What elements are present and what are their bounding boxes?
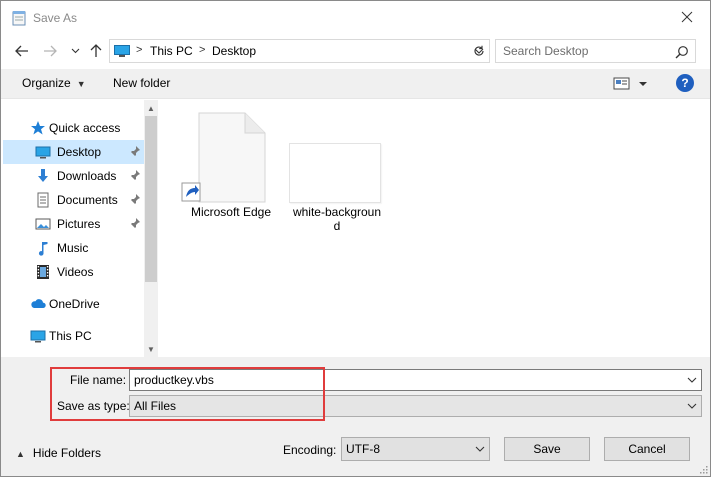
view-options-icon [613,77,647,90]
save-as-dialog: Save As > This PC > Desktop Search Deskt… [0,0,711,477]
organize-label: Organize [22,76,71,90]
navigation-bar: > This PC > Desktop Search Desktop [1,37,710,65]
question-mark-icon: ? [681,76,689,90]
monitor-icon [30,330,46,343]
sidebar-item-desktop[interactable]: Desktop [3,140,144,164]
picture-icon [35,218,51,230]
desktop-icon [35,146,51,159]
sidebar-item-documents[interactable]: Documents [3,188,144,212]
monitor-icon [114,45,130,57]
new-folder-button[interactable]: New folder [113,76,170,90]
encoding-value: UTF-8 [346,442,380,456]
scroll-up-arrow-icon[interactable]: ▲ [144,102,158,114]
breadcrumb-separator: > [199,44,206,56]
scroll-down-arrow-icon[interactable]: ▼ [144,343,158,355]
file-name-label: Microsoft Edge [190,205,272,219]
address-bar[interactable]: > This PC > Desktop [109,39,490,63]
recent-locations-button[interactable] [65,41,85,61]
search-icon [675,46,688,59]
title-bar: Save As [1,1,710,35]
chevron-down-icon[interactable] [687,376,697,384]
sidebar-item-label: Desktop [57,145,102,159]
sidebar-item-music[interactable]: Music [3,236,144,260]
sidebar-item-label: Downloads [57,169,117,183]
breadcrumb-this-pc[interactable]: This PC [150,44,193,58]
refresh-icon [473,45,484,56]
annotation-highlight-box [50,367,325,421]
file-item-white-background[interactable]: white-backgroun d [287,112,387,237]
save-options-panel: File name: productkey.vbs Save as type: … [1,357,710,476]
close-button[interactable] [664,1,710,33]
file-list: Microsoft Edge white-backgroun d [159,100,710,357]
sidebar-item-label: Quick access [49,121,121,135]
breadcrumb-separator: > [136,44,143,56]
help-button[interactable]: ? [676,74,694,92]
sidebar-item-label: OneDrive [49,297,100,311]
film-strip-icon [37,265,49,279]
arrow-up-icon [90,44,102,57]
search-placeholder: Search Desktop [503,44,589,58]
shortcut-file-icon [181,112,266,203]
pin-icon[interactable] [129,169,141,181]
organize-button[interactable]: Organize ▼ [22,76,86,90]
pin-icon[interactable] [129,193,141,205]
sidebar-item-pictures[interactable]: Pictures [3,212,144,236]
sidebar-item-label: Documents [57,193,118,207]
image-thumbnail [289,143,381,203]
star-icon [31,121,45,135]
chevron-down-icon [71,48,79,54]
sidebar-scrollbar[interactable]: ▲ ▼ [144,100,158,357]
refresh-button[interactable] [468,39,490,63]
breadcrumb-desktop[interactable]: Desktop [212,44,256,58]
caret-down-icon: ▼ [76,79,86,89]
hide-folders-button[interactable]: ▲ Hide Folders [16,446,101,460]
close-icon [681,11,693,23]
save-button[interactable]: Save [504,437,590,461]
document-icon [37,192,49,208]
encoding-select[interactable]: UTF-8 [341,437,490,461]
command-toolbar: Organize ▼ New folder ? [1,69,710,99]
arrow-left-icon [15,45,28,57]
download-arrow-icon [38,169,48,182]
scrollbar-thumb[interactable] [145,116,157,282]
search-input[interactable]: Search Desktop [495,39,696,63]
sidebar-item-label: Videos [57,265,94,279]
pin-icon[interactable] [129,217,141,229]
window-title: Save As [33,11,78,25]
file-item-microsoft-edge[interactable]: Microsoft Edge [181,112,281,222]
pin-icon[interactable] [129,145,141,157]
up-button[interactable] [86,41,106,61]
back-button[interactable] [12,41,32,61]
notepad-icon [12,11,26,26]
sidebar-item-label: Pictures [57,217,101,231]
sidebar-item-label: This PC [49,329,92,343]
sidebar-item-quick-access[interactable]: Quick access [3,116,144,140]
resize-grip-icon[interactable] [698,464,708,474]
navigation-pane: Quick access Desktop Downloads Documents… [1,100,159,357]
forward-button[interactable] [40,41,60,61]
caret-up-icon: ▲ [16,449,25,459]
chevron-down-icon [687,403,697,409]
file-name-label-line-1: white-backgroun [292,205,382,219]
music-note-icon [38,242,48,256]
sidebar-item-this-pc[interactable]: This PC [3,324,144,348]
encoding-label: Encoding: [283,443,337,457]
sidebar-item-label: Music [57,241,89,255]
file-name-label-line-2: d [333,219,341,233]
sidebar-item-onedrive[interactable]: OneDrive [3,292,144,316]
change-view-button[interactable] [613,75,653,93]
cloud-icon [31,299,46,308]
hide-folders-label: Hide Folders [32,446,101,460]
sidebar-item-videos[interactable]: Videos [3,260,144,284]
sidebar-item-downloads[interactable]: Downloads [3,164,144,188]
chevron-down-icon [475,446,485,452]
cancel-button[interactable]: Cancel [604,437,690,461]
arrow-right-icon [44,45,57,57]
